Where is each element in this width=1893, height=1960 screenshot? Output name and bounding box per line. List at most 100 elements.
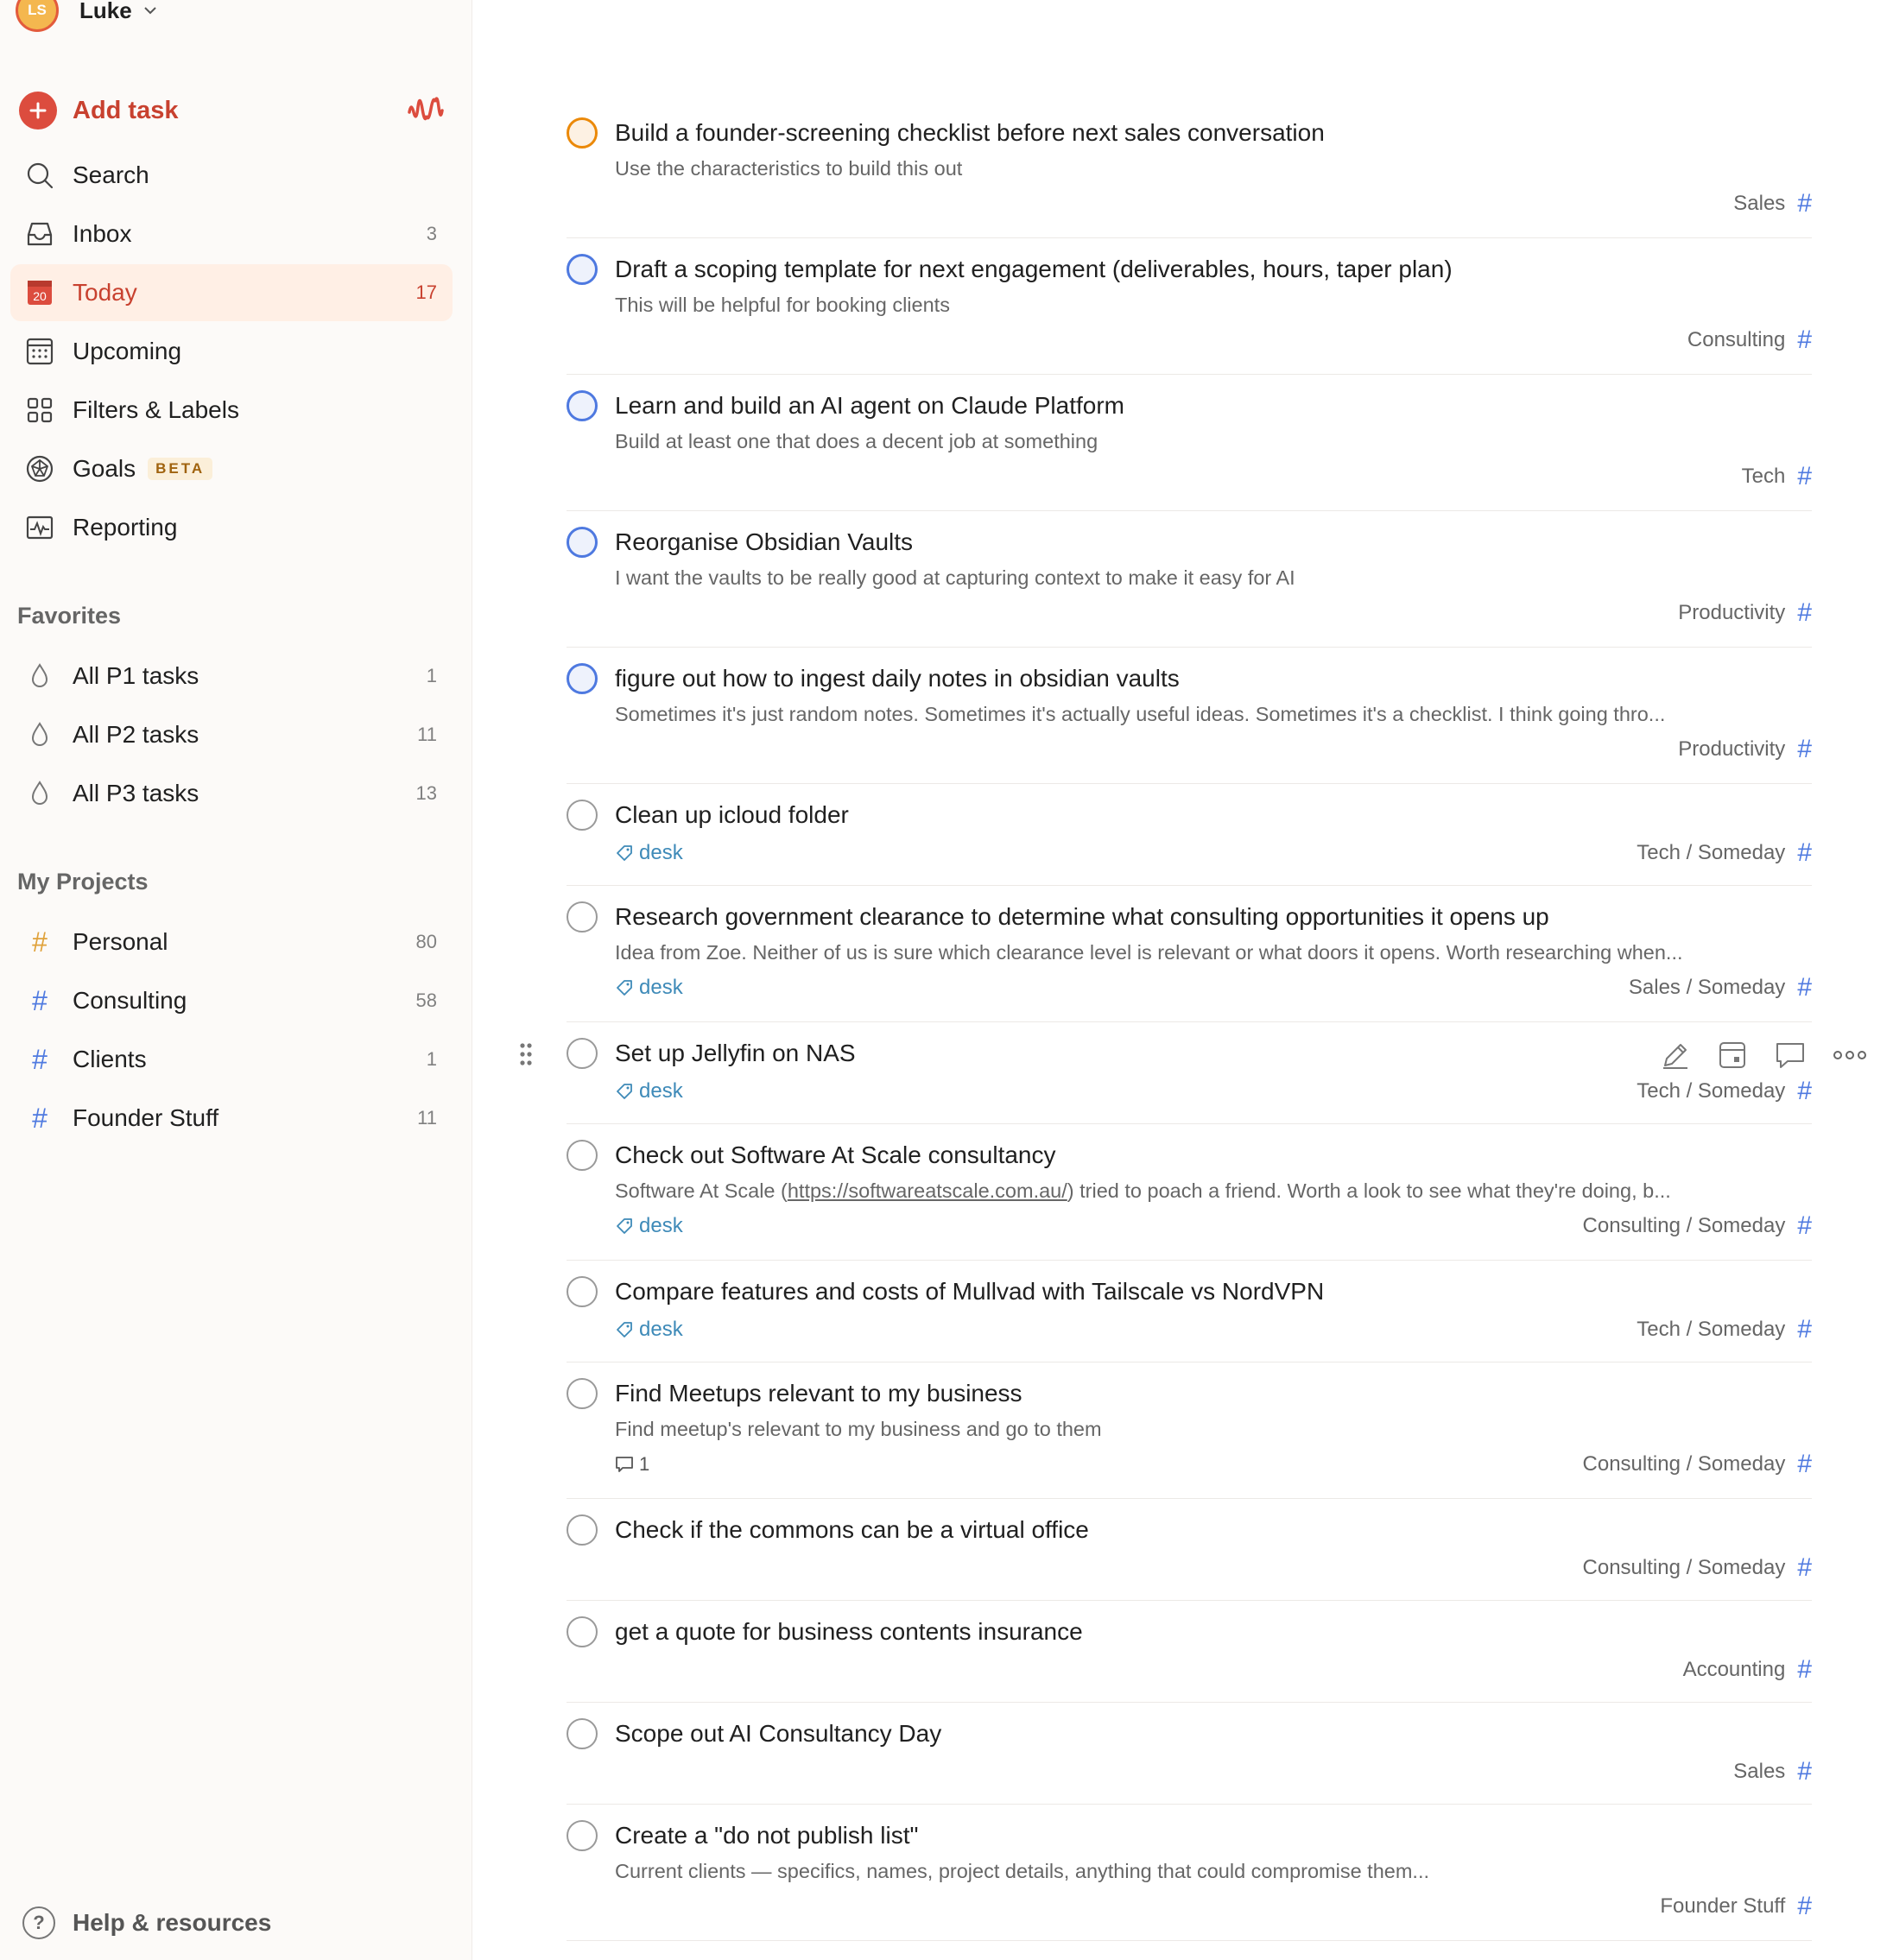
task-title[interactable]: Draft a scoping template for next engage… — [615, 252, 1812, 287]
task-item[interactable]: Research government clearance to determi… — [567, 886, 1812, 1022]
task-title[interactable]: Compare features and costs of Mullvad wi… — [615, 1274, 1812, 1309]
more-options-icon[interactable] — [1833, 1048, 1867, 1062]
nav-inbox[interactable]: Inbox 3 — [10, 205, 453, 262]
nav-search[interactable]: Search — [10, 147, 453, 204]
task-checkbox[interactable] — [567, 1820, 598, 1851]
add-task-button[interactable]: Add task — [19, 92, 178, 130]
task-label[interactable]: desk — [615, 1318, 683, 1342]
user-menu[interactable]: LS Luke — [16, 0, 160, 40]
task-title[interactable]: Check if the commons can be a virtual of… — [615, 1513, 1812, 1547]
task-item[interactable]: Draft a scoping template for next engage… — [567, 238, 1812, 375]
task-project[interactable]: Productivity # — [1678, 598, 1812, 628]
nav-goals[interactable]: Goals BETA — [10, 440, 453, 497]
help-resources-button[interactable]: ? Help & resources — [22, 1906, 271, 1939]
task-project[interactable]: Consulting # — [1687, 326, 1812, 355]
favorite-item[interactable]: All P1 tasks 1 — [10, 648, 453, 705]
task-item[interactable]: Check if the commons can be a virtual of… — [567, 1499, 1812, 1601]
task-item[interactable]: Create a "do not publish list" Current c… — [567, 1805, 1812, 1941]
hash-icon: # — [1797, 1315, 1812, 1344]
task-checkbox[interactable] — [567, 800, 598, 831]
task-title[interactable]: Check out Software At Scale consultancy — [615, 1138, 1812, 1173]
desc-link[interactable]: https://softwareatscale.com.au/ — [788, 1179, 1067, 1202]
task-title[interactable]: Reorganise Obsidian Vaults — [615, 525, 1812, 560]
task-checkbox[interactable] — [567, 117, 598, 149]
task-item[interactable]: Scope out AI Consultancy Day Sales # — [567, 1703, 1812, 1805]
task-item[interactable]: Learn and build an AI agent on Claude Pl… — [567, 375, 1812, 511]
task-checkbox[interactable] — [567, 1378, 598, 1409]
my-projects-heading[interactable]: My Projects — [17, 869, 149, 895]
task-project[interactable]: Productivity # — [1678, 735, 1812, 764]
calendar-today-icon: 20 — [24, 277, 55, 308]
task-project[interactable]: Sales # — [1733, 1757, 1812, 1786]
task-title[interactable]: figure out how to ingest daily notes in … — [615, 661, 1812, 696]
task-project[interactable]: Sales / Someday # — [1629, 973, 1812, 1002]
task-checkbox[interactable] — [567, 1718, 598, 1749]
task-item[interactable]: Reorganise Obsidian Vaults I want the va… — [567, 511, 1812, 648]
task-item[interactable]: Set up Jellyfin on NAS desk Tech / Somed… — [520, 1022, 1866, 1124]
task-project[interactable]: Accounting # — [1683, 1655, 1812, 1685]
task-item[interactable]: figure out how to ingest daily notes in … — [567, 648, 1812, 784]
nav-filters-labels[interactable]: Filters & Labels — [10, 382, 453, 439]
task-project[interactable]: Founder Stuff # — [1660, 1892, 1812, 1921]
schedule-date-icon[interactable] — [1717, 1040, 1748, 1071]
task-checkbox[interactable] — [567, 1038, 598, 1069]
task-title[interactable]: Set up Jellyfin on NAS — [615, 1036, 1812, 1071]
task-label[interactable]: desk — [615, 1214, 683, 1238]
hash-icon: # — [32, 1102, 47, 1134]
task-title[interactable]: Create a "do not publish list" — [615, 1818, 1812, 1853]
task-title[interactable]: get a quote for business contents insura… — [615, 1615, 1812, 1649]
favorite-item[interactable]: All P3 tasks 13 — [10, 765, 453, 822]
task-checkbox[interactable] — [567, 1140, 598, 1171]
task-checkbox[interactable] — [567, 663, 598, 694]
filters-grid-icon — [24, 395, 55, 426]
task-item[interactable]: Find Meetups relevant to my business Fin… — [567, 1363, 1812, 1499]
task-project[interactable]: Consulting / Someday # — [1583, 1450, 1812, 1479]
task-checkbox[interactable] — [567, 527, 598, 558]
task-item[interactable]: Clean up icloud folder desk Tech / Somed… — [567, 784, 1812, 886]
task-checkbox[interactable] — [567, 1276, 598, 1307]
task-item[interactable]: Compare features and costs of Mullvad wi… — [567, 1261, 1812, 1363]
drag-handle-icon[interactable] — [518, 1041, 534, 1067]
favorites-list: All P1 tasks 1 All P2 tasks 11 All P3 ta… — [10, 648, 453, 824]
task-item[interactable]: Check out Software At Scale consultancy … — [567, 1124, 1812, 1261]
task-checkbox[interactable] — [567, 901, 598, 933]
task-label[interactable]: desk — [615, 1079, 683, 1103]
task-title[interactable]: Build a founder-screening checklist befo… — [615, 116, 1812, 150]
project-item-consulting[interactable]: # Consulting 58 — [10, 972, 453, 1029]
favorites-heading[interactable]: Favorites — [17, 603, 121, 629]
task-title[interactable]: Clean up icloud folder — [615, 798, 1812, 832]
task-checkbox[interactable] — [567, 254, 598, 285]
task-project[interactable]: Tech / Someday # — [1637, 838, 1812, 868]
task-checkbox[interactable] — [567, 1514, 598, 1546]
task-project[interactable]: Sales # — [1733, 189, 1812, 218]
favorite-item[interactable]: All P2 tasks 11 — [10, 706, 453, 763]
task-checkbox[interactable] — [567, 390, 598, 421]
task-item[interactable]: get a quote for business contents insura… — [567, 1601, 1812, 1703]
project-name: Tech — [1741, 465, 1786, 488]
project-item-personal[interactable]: # Personal 80 — [10, 914, 453, 971]
task-title[interactable]: Learn and build an AI agent on Claude Pl… — [615, 389, 1812, 423]
task-label[interactable]: desk — [615, 841, 683, 865]
task-project[interactable]: Tech / Someday # — [1637, 1315, 1812, 1344]
project-item-founder-stuff[interactable]: # Founder Stuff 11 — [10, 1090, 453, 1147]
comment-count[interactable]: 1 — [615, 1453, 649, 1476]
task-checkbox[interactable] — [567, 1616, 598, 1647]
task-description: Sometimes it's just random notes. Someti… — [615, 703, 1666, 725]
task-title[interactable]: Find Meetups relevant to my business — [615, 1376, 1812, 1411]
nav-today[interactable]: 20 Today 17 — [10, 264, 453, 321]
edit-pencil-icon[interactable] — [1660, 1040, 1691, 1071]
nav-label: Inbox — [73, 220, 132, 247]
task-title[interactable]: Scope out AI Consultancy Day — [615, 1717, 1812, 1751]
comment-icon[interactable] — [1774, 1040, 1807, 1071]
task-title[interactable]: Research government clearance to determi… — [615, 900, 1812, 934]
task-project[interactable]: Tech / Someday # — [1637, 1077, 1812, 1106]
task-item[interactable]: Build a founder-screening checklist befo… — [567, 102, 1812, 238]
task-project[interactable]: Consulting / Someday # — [1583, 1211, 1812, 1241]
task-project[interactable]: Tech # — [1742, 462, 1812, 491]
nav-reporting[interactable]: Reporting — [10, 499, 453, 556]
task-project[interactable]: Consulting / Someday # — [1583, 1553, 1812, 1583]
project-item-clients[interactable]: # Clients 1 — [10, 1031, 453, 1088]
ramble-voice-icon[interactable] — [406, 90, 444, 128]
nav-upcoming[interactable]: Upcoming — [10, 323, 453, 380]
task-label[interactable]: desk — [615, 976, 683, 1000]
